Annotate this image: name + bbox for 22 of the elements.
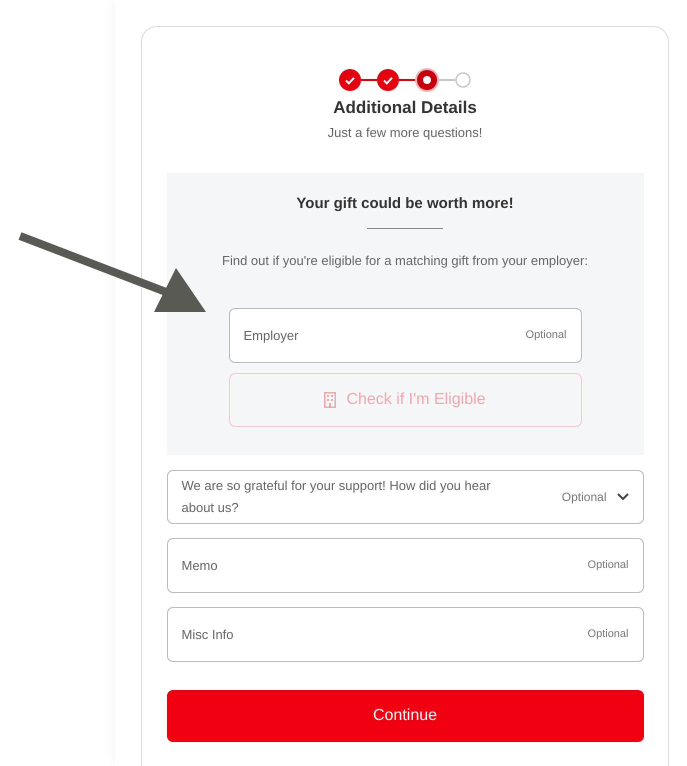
step-connector xyxy=(361,79,377,81)
employer-field[interactable]: Employer Optional xyxy=(228,308,582,363)
step-connector xyxy=(439,79,455,81)
field-placeholder: Memo xyxy=(182,556,218,575)
field-placeholder: Misc Info xyxy=(182,626,234,644)
referral-select[interactable]: We are so grateful for your support! How did you hear about us? Optional xyxy=(166,470,644,524)
optional-hint: Optional xyxy=(526,328,566,344)
panel-title: Your gift could be worth more! xyxy=(296,194,514,214)
continue-button[interactable]: Continue xyxy=(166,690,644,742)
text-field[interactable]: Memo Optional xyxy=(166,538,644,593)
page-subtitle: Just a few more questions! xyxy=(328,124,482,142)
optional-hint: Optional xyxy=(562,489,606,506)
field-placeholder: Employer xyxy=(244,326,298,345)
optional-hint: Optional xyxy=(588,627,628,642)
panel-description: Find out if you're eligible for a matching gift from your employer: xyxy=(222,252,588,270)
step-connector xyxy=(399,79,415,81)
optional-hint: Optional xyxy=(588,558,628,574)
select-placeholder: We are so grateful for your support! How did you hear about us? xyxy=(182,477,492,517)
chevron-down-icon xyxy=(616,493,628,501)
building-icon xyxy=(324,392,336,408)
page-title: Additional Details xyxy=(333,97,477,119)
text-field[interactable]: Misc Info Optional xyxy=(166,607,644,662)
